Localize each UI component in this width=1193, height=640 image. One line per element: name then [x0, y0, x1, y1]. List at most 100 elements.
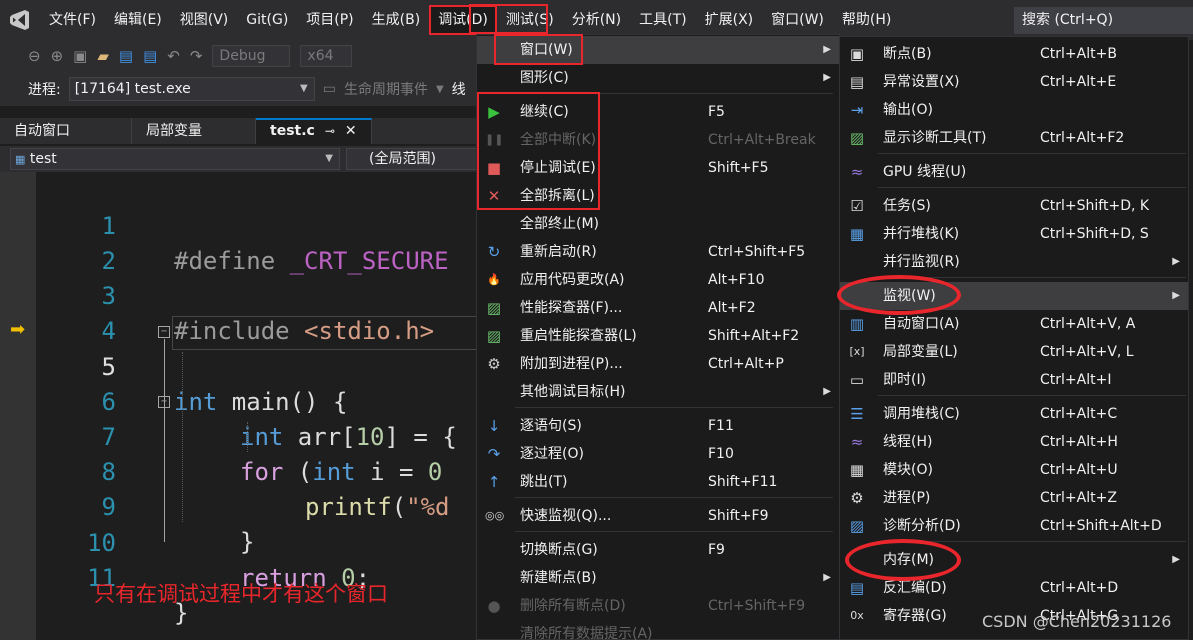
diagnostic-analysis-icon: ▨: [849, 517, 865, 535]
window-menu-item[interactable]: ⚙ 进程(P) Ctrl+Alt+Z: [840, 484, 1188, 512]
debug-menu-item[interactable]: ◎◎ 快速监视(Q)... Shift+F9: [477, 502, 839, 530]
window-menu-item[interactable]: ▤ 异常设置(X) Ctrl+Alt+E: [840, 68, 1188, 96]
indent-guide: [182, 352, 183, 522]
debug-menu-item[interactable]: 图形(C) ▶: [477, 64, 839, 92]
window-menu-item-shortcut: Ctrl+Alt+F2: [1040, 130, 1125, 146]
menu-separator: [515, 407, 833, 408]
tab-test-c[interactable]: test.c ⊸ ✕: [256, 118, 372, 144]
debug-menu-item[interactable]: ↓ 逐语句(S) F11: [477, 412, 839, 440]
save-icon[interactable]: ▤: [119, 47, 133, 65]
debug-menu-item[interactable]: 切换断点(G) F9: [477, 536, 839, 564]
debug-menu-item[interactable]: 其他调试目标(H) ▶: [477, 378, 839, 406]
debug-menu-item[interactable]: 🔥 应用代码更改(A) Alt+F10: [477, 266, 839, 294]
configuration-select[interactable]: Debug: [212, 45, 291, 67]
debug-menu-item[interactable]: ▨ 性能探查器(F)... Alt+F2: [477, 294, 839, 322]
search-box[interactable]: 搜索 (Ctrl+Q): [1014, 7, 1193, 34]
annotation-note: 只有在调试过程中才有这个窗口: [94, 582, 388, 606]
debug-menu-item-label: 图形(C): [520, 70, 569, 86]
undo-icon[interactable]: ↶: [167, 47, 180, 65]
processes-icon: ⚙: [850, 489, 864, 507]
window-menu-item[interactable]: ▨ 显示诊断工具(T) Ctrl+Alt+F2: [840, 124, 1188, 152]
menu-analyze[interactable]: 分析(N): [563, 5, 630, 35]
window-menu-item[interactable]: ▦ 并行堆栈(K) Ctrl+Shift+D, S: [840, 220, 1188, 248]
debug-menu-item[interactable]: ↷ 逐过程(O) F10: [477, 440, 839, 468]
navigate-forward-icon[interactable]: ⊕: [51, 47, 64, 65]
disassembly-icon: ▤: [849, 579, 865, 597]
window-menu-item[interactable]: ▦ 模块(O) Ctrl+Alt+U: [840, 456, 1188, 484]
debug-menu-item-label: 应用代码更改(A): [520, 272, 625, 288]
menu-view[interactable]: 视图(V): [171, 5, 238, 35]
debug-menu-item[interactable]: ↑ 跳出(T) Shift+F11: [477, 468, 839, 496]
menu-separator: [878, 395, 1186, 396]
fold-guide: [164, 339, 165, 542]
code-line: 8 printf("%d: [0, 420, 478, 521]
debug-menu-item-label: 跳出(T): [520, 474, 568, 490]
process-select[interactable]: [17164] test.exe ▼: [68, 77, 315, 101]
lifecycle-events-icon[interactable]: ▭: [323, 81, 336, 97]
open-file-icon[interactable]: ▰: [97, 47, 109, 65]
redo-icon[interactable]: ↷: [190, 47, 203, 65]
debug-menu-item[interactable]: 新建断点(B) ▶: [477, 564, 839, 592]
platform-select[interactable]: x64: [300, 45, 353, 67]
chevron-down-icon[interactable]: ▼: [436, 84, 444, 95]
debug-menu-item[interactable]: 全部终止(M): [477, 210, 839, 238]
collapse-icon[interactable]: −: [158, 396, 170, 408]
close-icon[interactable]: ✕: [345, 123, 357, 139]
tab-locals[interactable]: 局部变量: [132, 118, 256, 144]
collapse-icon[interactable]: −: [158, 326, 170, 338]
window-menu-item[interactable]: 并行监视(R) ▶: [840, 248, 1188, 276]
debug-menu-item[interactable]: 清除所有数据提示(A): [477, 620, 839, 640]
debug-menu-item[interactable]: ● 删除所有断点(D) Ctrl+Shift+F9: [477, 592, 839, 620]
debug-menu-item-label: 新建断点(B): [520, 570, 597, 586]
window-menu-item-label: 断点(B): [883, 46, 932, 62]
window-menu-item[interactable]: ☰ 调用堆栈(C) Ctrl+Alt+C: [840, 400, 1188, 428]
new-project-icon[interactable]: ▣: [73, 47, 87, 65]
submenu-arrow-icon: ▶: [823, 386, 831, 397]
menu-edit[interactable]: 编辑(E): [105, 5, 171, 35]
menu-file[interactable]: 文件(F): [40, 5, 105, 35]
menu-git[interactable]: Git(G): [237, 5, 297, 35]
window-menu-item[interactable]: ☑ 任务(S) Ctrl+Shift+D, K: [840, 192, 1188, 220]
debug-menu-item-shortcut: F9: [708, 542, 725, 558]
visual-studio-logo-icon[interactable]: [0, 0, 40, 40]
window-menu-item-shortcut: Ctrl+Alt+Z: [1040, 490, 1117, 506]
menu-window[interactable]: 窗口(W): [762, 5, 833, 35]
profiler-restart-icon: ▨: [486, 327, 502, 345]
menu-help[interactable]: 帮助(H): [833, 5, 900, 35]
window-menu-item[interactable]: ≈ GPU 线程(U): [840, 158, 1188, 186]
process-label: 进程:: [28, 82, 61, 98]
debug-menu-item[interactable]: ▨ 重启性能探查器(L) Shift+Alt+F2: [477, 322, 839, 350]
window-menu-item-shortcut: Ctrl+Shift+D, K: [1040, 198, 1150, 214]
debug-menu-item[interactable]: ↻ 重新启动(R) Ctrl+Shift+F5: [477, 238, 839, 266]
window-menu-item[interactable]: ▨ 诊断分析(D) Ctrl+Shift+Alt+D: [840, 512, 1188, 540]
window-menu-item[interactable]: ≈ 线程(H) Ctrl+Alt+H: [840, 428, 1188, 456]
file-scope-select[interactable]: ▦ test ▼: [10, 148, 340, 170]
window-menu-item-label: 寄存器(G): [883, 608, 947, 624]
pin-icon[interactable]: ⊸: [325, 124, 335, 138]
window-menu-item[interactable]: [x] 局部变量(L) Ctrl+Alt+V, L: [840, 338, 1188, 366]
window-menu-item[interactable]: ▭ 即时(I) Ctrl+Alt+I: [840, 366, 1188, 394]
window-menu-item-shortcut: Ctrl+Alt+V, A: [1040, 316, 1136, 332]
lifecycle-events-label[interactable]: 生命周期事件: [344, 79, 428, 99]
debug-menu-item[interactable]: ⚙ 附加到进程(P)... Ctrl+Alt+P: [477, 350, 839, 378]
menu-extensions[interactable]: 扩展(X): [696, 5, 763, 35]
debug-menu-item-shortcut: Shift+F9: [708, 508, 769, 524]
window-menu-item-label: 调用堆栈(C): [883, 406, 960, 422]
debug-menu-item-shortcut: F10: [708, 446, 734, 462]
process-value: [17164] test.exe: [74, 81, 191, 97]
save-all-icon[interactable]: ▤: [143, 47, 157, 65]
global-scope-select[interactable]: (全局范围): [346, 148, 478, 170]
window-menu-item[interactable]: ▣ 断点(B) Ctrl+Alt+B: [840, 40, 1188, 68]
menu-tools[interactable]: 工具(T): [630, 5, 695, 35]
debug-menu-item-label: 清除所有数据提示(A): [520, 626, 653, 640]
window-menu-item-label: 即时(I): [883, 372, 927, 388]
window-menu-item-shortcut: Ctrl+Alt+C: [1040, 406, 1118, 422]
modules-icon: ▦: [849, 461, 865, 479]
tab-autos[interactable]: 自动窗口: [0, 118, 132, 144]
menu-project[interactable]: 项目(P): [297, 5, 362, 35]
window-menu-item[interactable]: ⇥ 输出(O): [840, 96, 1188, 124]
menu-build[interactable]: 生成(B): [363, 5, 430, 35]
code-editor[interactable]: ➡ 1 #define _CRT_SECURE 2 3 #include <st…: [0, 172, 478, 640]
navigate-back-icon[interactable]: ⊖: [28, 47, 41, 65]
autos-icon: ▥: [849, 315, 865, 333]
